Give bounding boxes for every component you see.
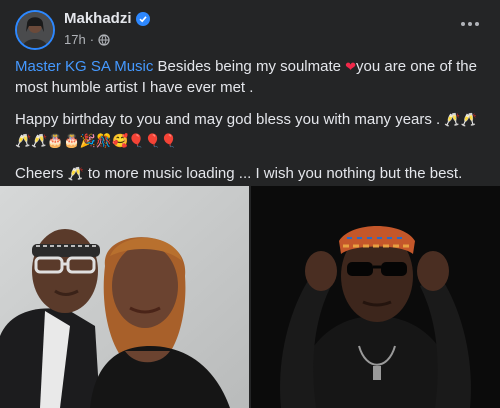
photo-couple[interactable]: [0, 186, 249, 408]
mention-link[interactable]: Master KG SA Music: [15, 58, 153, 75]
paragraph-1-text: Besides being my soulmate: [153, 58, 346, 75]
post-paragraph-1: Master KG SA Music Besides being my soul…: [15, 57, 490, 98]
meta-separator: ·: [89, 32, 95, 47]
photo-artist[interactable]: [251, 186, 500, 408]
photo-grid: [0, 186, 500, 408]
verified-badge-icon: [135, 11, 150, 26]
paragraph-3-start: Cheers: [15, 165, 68, 182]
post-timestamp[interactable]: 17h: [64, 32, 86, 47]
post-meta: 17h ·: [64, 32, 110, 47]
cheers-emoji: 🥂: [67, 167, 84, 182]
post-header: Makhadzi 17h ·: [0, 0, 500, 56]
post-paragraph-3: Cheers 🥂 to more music loading ... I wis…: [15, 164, 490, 185]
more-options-icon[interactable]: [458, 14, 482, 34]
post-body: Master KG SA Music Besides being my soul…: [15, 57, 490, 197]
author-name[interactable]: Makhadzi: [64, 10, 132, 27]
paragraph-3-rest: to more music loading ... I wish you not…: [83, 165, 463, 182]
globe-icon: [98, 33, 110, 46]
author-row: Makhadzi: [64, 10, 150, 27]
post-paragraph-2: Happy birthday to you and may god bless …: [15, 110, 490, 152]
author-avatar[interactable]: [15, 10, 55, 50]
paragraph-2-text: Happy birthday to you and may god bless …: [15, 111, 441, 128]
heart-emoji: ❤: [345, 60, 357, 75]
